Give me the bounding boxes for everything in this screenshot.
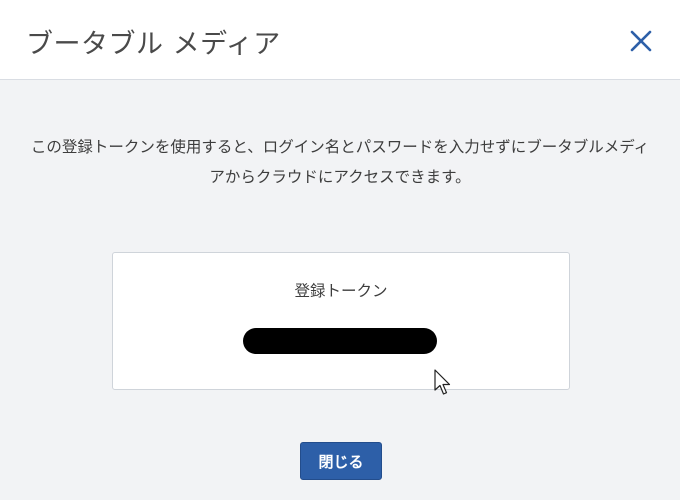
token-box: 登録トークン [112,252,570,390]
close-button[interactable] [624,24,658,58]
bootable-media-dialog: ブータブル メディア この登録トークンを使用すると、ログイン名とパスワードを入力… [0,0,680,500]
dialog-title: ブータブル メディア [26,29,281,60]
close-icon [630,30,652,52]
close-dialog-button[interactable]: 閉じる [300,442,382,480]
mouse-cursor-icon [434,369,451,395]
token-value-redacted[interactable] [243,328,437,354]
dialog-header: ブータブル メディア [0,0,680,80]
token-label: 登録トークン [294,282,388,300]
dialog-description: この登録トークンを使用すると、ログイン名とパスワードを入力せずにブータブルメディ… [30,138,650,186]
